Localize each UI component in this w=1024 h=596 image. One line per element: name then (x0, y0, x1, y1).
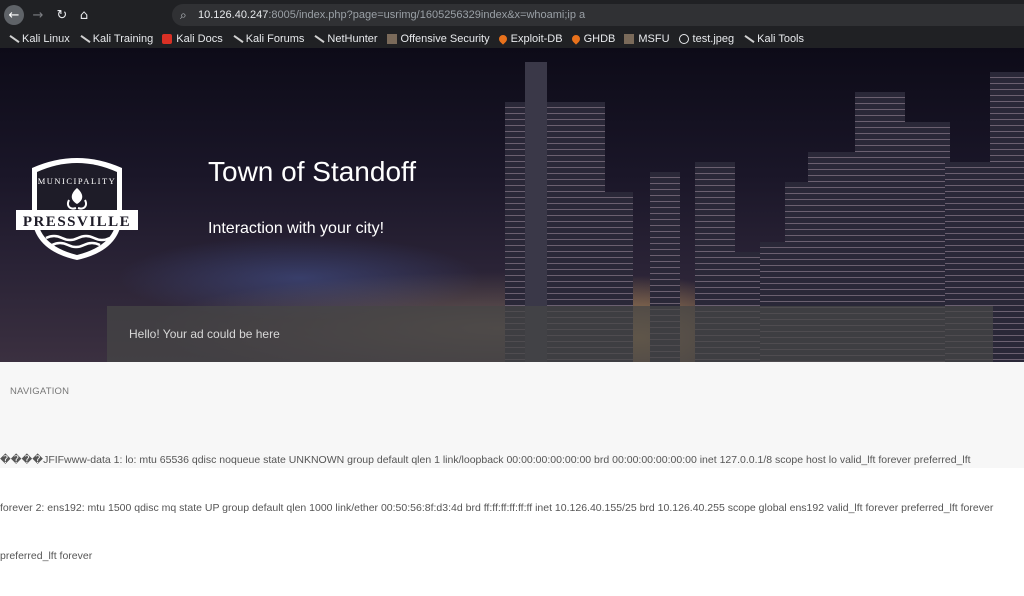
globe-icon (678, 34, 689, 44)
hero-banner: MUNICIPALITY PRESSVILLE Town of Standoff… (0, 48, 1024, 362)
forward-arrow-icon[interactable]: → (28, 5, 48, 25)
output-line: preferred_lft forever (0, 550, 93, 562)
navigation-heading: NAVIGATION (10, 386, 70, 397)
bookmark-kali-docs[interactable]: Kali Docs (162, 33, 223, 45)
bookmark-exploit-db[interactable]: Exploit-DB (496, 33, 563, 45)
home-icon[interactable]: ⌂ (74, 5, 94, 25)
bookmark-msfu[interactable]: MSFU (624, 33, 670, 45)
kali-dragon-icon (79, 34, 89, 44)
url-text: 10.126.40.247:8005/index.php?page=usrimg… (198, 9, 586, 21)
command-output: ����JFIFwww-data 1: lo: mtu 65536 qdisc … (0, 420, 1024, 596)
pressville-logo: MUNICIPALITY PRESSVILLE (16, 158, 138, 260)
bookmark-kali-forums[interactable]: Kali Forums (232, 33, 305, 45)
bookmark-ghdb[interactable]: GHDB (569, 33, 615, 45)
address-bar[interactable]: ⌕ 10.126.40.247:8005/index.php?page=usri… (172, 4, 1024, 26)
kali-dragon-icon (232, 34, 242, 44)
bookmark-offensive-security[interactable]: Offensive Security (386, 33, 490, 45)
reload-icon[interactable]: ↻ (52, 5, 72, 25)
logo-municipality-text: MUNICIPALITY (38, 176, 117, 186)
offsec-icon (386, 34, 397, 44)
bookmark-nethunter[interactable]: NetHunter (313, 33, 377, 45)
output-line: forever 2: ens192: mtu 1500 qdisc mq sta… (0, 502, 994, 514)
kali-docs-icon (162, 34, 173, 44)
exploitdb-icon (569, 33, 582, 45)
offsec-icon (624, 34, 635, 44)
ad-text: Hello! Your ad could be here (129, 327, 280, 341)
kali-dragon-icon (743, 34, 753, 44)
ad-banner: Hello! Your ad could be here (107, 306, 993, 362)
browser-toolbar: ← → ↻ ⌂ ⌕ 10.126.40.247:8005/index.php?p… (0, 0, 1024, 30)
exploitdb-icon (496, 33, 509, 45)
logo-pressville-text: PRESSVILLE (23, 214, 131, 230)
bookmarks-bar: Kali Linux Kali Training Kali Docs Kali … (0, 30, 1024, 48)
kali-dragon-icon (8, 34, 18, 44)
kali-dragon-icon (313, 34, 323, 44)
output-line: ����JFIFwww-data 1: lo: mtu 65536 qdisc … (0, 454, 971, 466)
page-subtitle: Interaction with your city! (208, 220, 385, 237)
page-title: Town of Standoff (208, 156, 417, 187)
navigation-panel: NAVIGATION ����JFIFwww-data 1: lo: mtu 6… (0, 362, 1024, 562)
back-arrow-icon[interactable]: ← (4, 5, 24, 25)
bookmark-test-jpeg[interactable]: test.jpeg (678, 33, 734, 45)
bookmark-kali-training[interactable]: Kali Training (79, 33, 154, 45)
bookmark-kali-linux[interactable]: Kali Linux (8, 33, 70, 45)
search-icon: ⌕ (180, 7, 187, 22)
skyline-building (990, 72, 1024, 362)
bookmark-kali-tools[interactable]: Kali Tools (743, 33, 804, 45)
